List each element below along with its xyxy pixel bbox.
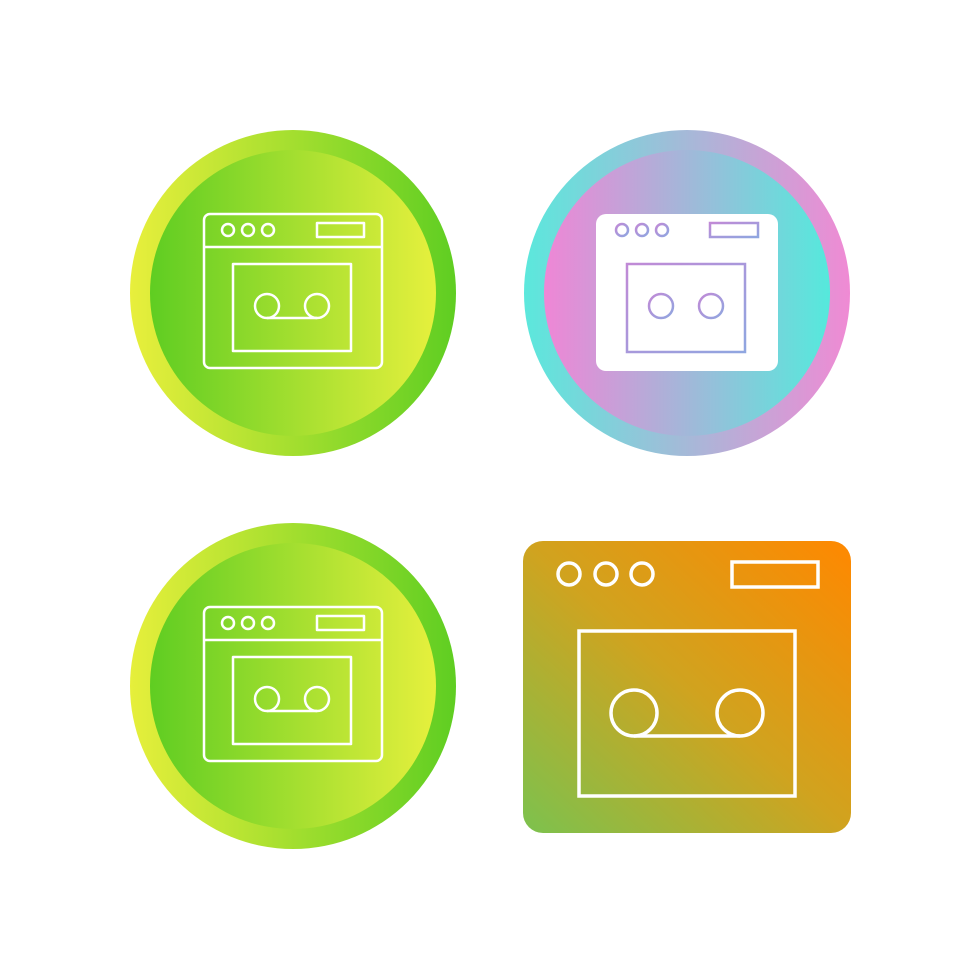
browser-voicemail-icon (523, 541, 851, 833)
inner-circle (150, 543, 436, 829)
icon-tile-line-circle-reversed (130, 523, 456, 849)
browser-voicemail-icon (524, 130, 850, 456)
icon-tile-filled-circle (524, 130, 850, 456)
browser-voicemail-icon (130, 130, 456, 456)
inner-circle (150, 150, 436, 436)
browser-voicemail-icon (130, 523, 456, 849)
icon-tile-line-circle (130, 130, 456, 456)
icon-tile-glyph-only (523, 541, 851, 833)
